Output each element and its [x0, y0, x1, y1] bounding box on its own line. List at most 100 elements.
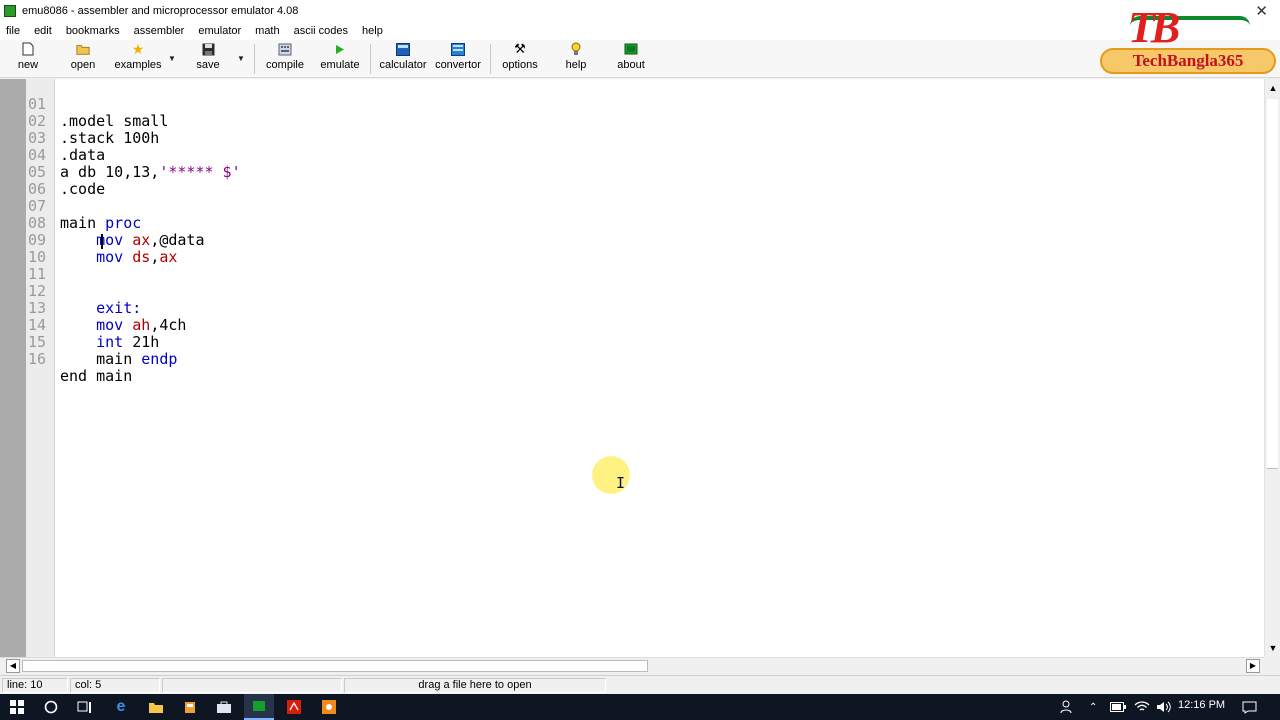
status-hint: drag a file here to open — [344, 678, 606, 693]
text-caret — [101, 234, 103, 249]
search-icon[interactable] — [36, 694, 66, 720]
menu-edit[interactable]: edit — [34, 25, 52, 37]
logo-band: TechBangla365 — [1100, 48, 1276, 74]
code-line[interactable]: 09 mov ds,ax — [0, 215, 1264, 266]
code-line[interactable]: 08 mov ax,@data — [0, 198, 1264, 249]
battery-icon[interactable] — [1110, 694, 1126, 720]
vertical-scroll-thumb[interactable] — [1267, 99, 1278, 469]
horizontal-scroll-thumb[interactable] — [22, 660, 648, 672]
examples-button[interactable]: ★ examples — [114, 42, 162, 76]
calculator-button[interactable]: calculator — [376, 42, 430, 76]
code-line[interactable]: 12 exit: — [0, 266, 1264, 317]
code-line[interactable]: 11 — [0, 249, 1264, 283]
pdf-reader-icon[interactable] — [279, 694, 309, 720]
scroll-up-icon[interactable]: ▲ — [1265, 81, 1280, 95]
menu-assembler[interactable]: assembler — [134, 25, 185, 37]
code-text: main endp — [60, 351, 177, 368]
menu-file[interactable]: file — [6, 25, 20, 37]
options-button[interactable]: ⚒ options — [499, 42, 541, 76]
help-label: help — [565, 59, 587, 71]
code-line[interactable]: 10 — [0, 232, 1264, 266]
horizontal-scrollbar[interactable]: ◀ ▶ — [0, 657, 1264, 674]
notifications-icon[interactable] — [1242, 694, 1257, 720]
menu-help[interactable]: help — [362, 25, 383, 37]
options-label: options — [502, 59, 538, 71]
keyword-token: endp — [141, 350, 178, 368]
about-button[interactable]: about — [614, 42, 648, 76]
save-button[interactable]: save — [192, 42, 224, 76]
status-bar: line: 10 col: 5 drag a file here to open — [0, 675, 1280, 694]
menu-bookmarks[interactable]: bookmarks — [66, 25, 120, 37]
menu-math[interactable]: math — [255, 25, 279, 37]
emulate-label: emulate — [320, 59, 360, 71]
menu-ascii-codes[interactable]: ascii codes — [294, 25, 348, 37]
emulate-button[interactable]: emulate — [318, 42, 362, 76]
edge-browser-icon[interactable]: e — [106, 694, 136, 720]
examples-dropdown-icon[interactable]: ▼ — [168, 54, 176, 63]
open-folder-icon — [76, 42, 90, 56]
save-disk-icon — [201, 42, 215, 56]
wifi-icon[interactable] — [1134, 694, 1150, 720]
scroll-down-icon[interactable]: ▼ — [1265, 641, 1280, 655]
emu8086-taskbar-icon[interactable] — [244, 694, 274, 720]
logo-text: TechBangla365 — [1132, 51, 1244, 70]
new-button[interactable]: new — [12, 42, 44, 76]
compile-button[interactable]: compile — [262, 42, 308, 76]
code-line[interactable]: 06 — [0, 164, 1264, 198]
code-text: end main — [60, 367, 133, 385]
app-icon — [4, 5, 16, 17]
task-view-icon[interactable] — [70, 694, 100, 720]
scroll-right-icon[interactable]: ▶ — [1246, 659, 1260, 673]
title-bar: emu8086 - assembler and microprocessor e… — [0, 0, 1280, 22]
scroll-left-icon[interactable]: ◀ — [6, 659, 20, 673]
code-line[interactable]: 02 .stack 100h — [0, 96, 1264, 147]
code-line[interactable]: 15 main endp — [0, 317, 1264, 368]
windows-start-icon[interactable] — [2, 694, 32, 720]
convertor-label: convertor — [435, 59, 481, 71]
code-line[interactable]: 16 end main — [0, 334, 1264, 385]
save-label: save — [196, 59, 220, 71]
code-line[interactable]: 04 a db 10,13,'***** $' — [0, 130, 1264, 181]
file-explorer-icon[interactable] — [141, 694, 171, 720]
toolbar-divider — [490, 44, 491, 74]
code-line[interactable]: 03 .data — [0, 113, 1264, 164]
recorder-icon[interactable] — [314, 694, 344, 720]
toolbar-divider — [370, 44, 371, 74]
ibeam-cursor-icon: I — [616, 474, 626, 492]
menu-emulator[interactable]: emulator — [198, 25, 241, 37]
new-label: new — [17, 59, 39, 71]
code-line[interactable]: 14 int 21h — [0, 300, 1264, 351]
volume-icon[interactable] — [1156, 694, 1172, 720]
people-icon[interactable] — [1060, 694, 1074, 720]
convertor-button[interactable]: convertor — [432, 42, 484, 76]
briefcase-icon[interactable] — [209, 694, 239, 720]
code-line[interactable]: 13 mov ah,4ch — [0, 283, 1264, 334]
calculator-label: calculator — [379, 59, 427, 71]
code-editor[interactable]: 01 .model small 02 .stack 100h 03 .data … — [0, 79, 1264, 657]
show-hidden-icons-icon[interactable]: ⌃ — [1089, 694, 1097, 720]
line-number: 16 — [28, 350, 47, 368]
code-line[interactable]: 01 .model small — [0, 79, 1264, 130]
open-button[interactable]: open — [66, 42, 100, 76]
code-line[interactable]: 07 main proc — [0, 181, 1264, 232]
star-icon: ★ — [131, 41, 145, 57]
code-line[interactable]: 05 .code — [0, 147, 1264, 198]
play-icon — [333, 42, 347, 56]
menu-bar: file edit bookmarks assembler emulator m… — [0, 22, 1280, 40]
help-bulb-icon — [569, 42, 583, 56]
help-button[interactable]: help — [562, 42, 590, 76]
convertor-icon — [451, 42, 465, 56]
compile-label: compile — [266, 59, 304, 71]
status-line: line: 10 — [2, 678, 68, 693]
toolbar: new open ★ examples ▼ save ▼ compile emu… — [0, 40, 1280, 78]
tools-icon: ⚒ — [514, 41, 526, 56]
vertical-scrollbar[interactable]: ▲ ▼ — [1264, 79, 1280, 657]
taskbar-clock[interactable]: 12:16 PM — [1178, 699, 1225, 711]
save-dropdown-icon[interactable]: ▼ — [237, 54, 245, 63]
store-icon[interactable] — [175, 694, 205, 720]
window-title: emu8086 - assembler and microprocessor e… — [22, 5, 299, 17]
examples-label: examples — [114, 59, 162, 71]
about-label: about — [617, 59, 645, 71]
logo-letters: TB — [1128, 3, 1180, 52]
taskbar: e ⌃ 12:16 PM — [0, 694, 1280, 720]
